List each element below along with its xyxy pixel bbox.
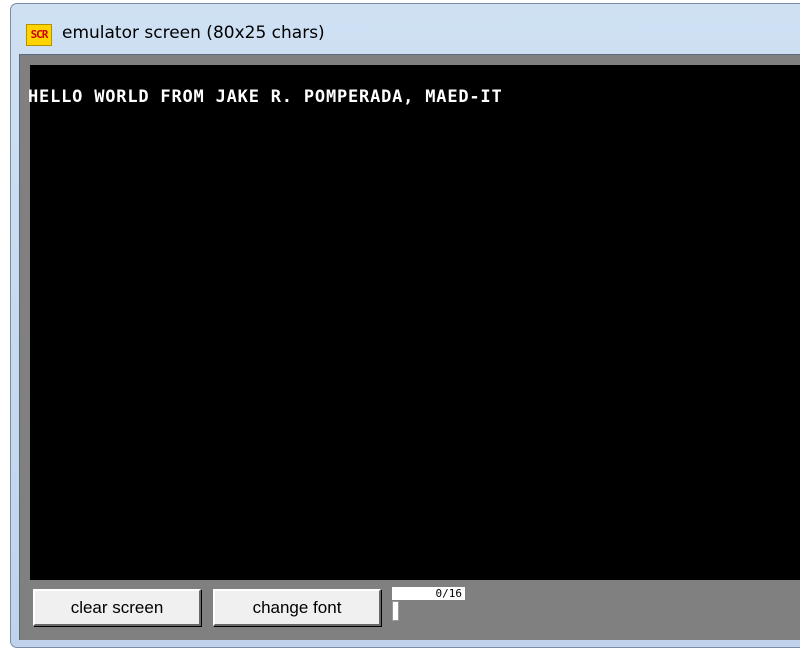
change-font-button[interactable]: change font xyxy=(213,589,381,626)
font-slider[interactable] xyxy=(392,601,399,621)
font-counter: 0/16 xyxy=(392,587,465,600)
emulator-window: SCR emulator screen (80x25 chars) HELLO … xyxy=(10,3,800,648)
window-title: emulator screen (80x25 chars) xyxy=(62,23,325,43)
screen-line: HELLO WORLD FROM JAKE R. POMPERADA, MAED… xyxy=(28,87,503,107)
title-bar[interactable]: SCR emulator screen (80x25 chars) xyxy=(11,4,800,54)
app-icon: SCR xyxy=(26,24,52,46)
emulator-screen[interactable]: HELLO WORLD FROM JAKE R. POMPERADA, MAED… xyxy=(28,65,800,580)
client-area: HELLO WORLD FROM JAKE R. POMPERADA, MAED… xyxy=(19,54,800,640)
clear-screen-button[interactable]: clear screen xyxy=(33,589,201,626)
